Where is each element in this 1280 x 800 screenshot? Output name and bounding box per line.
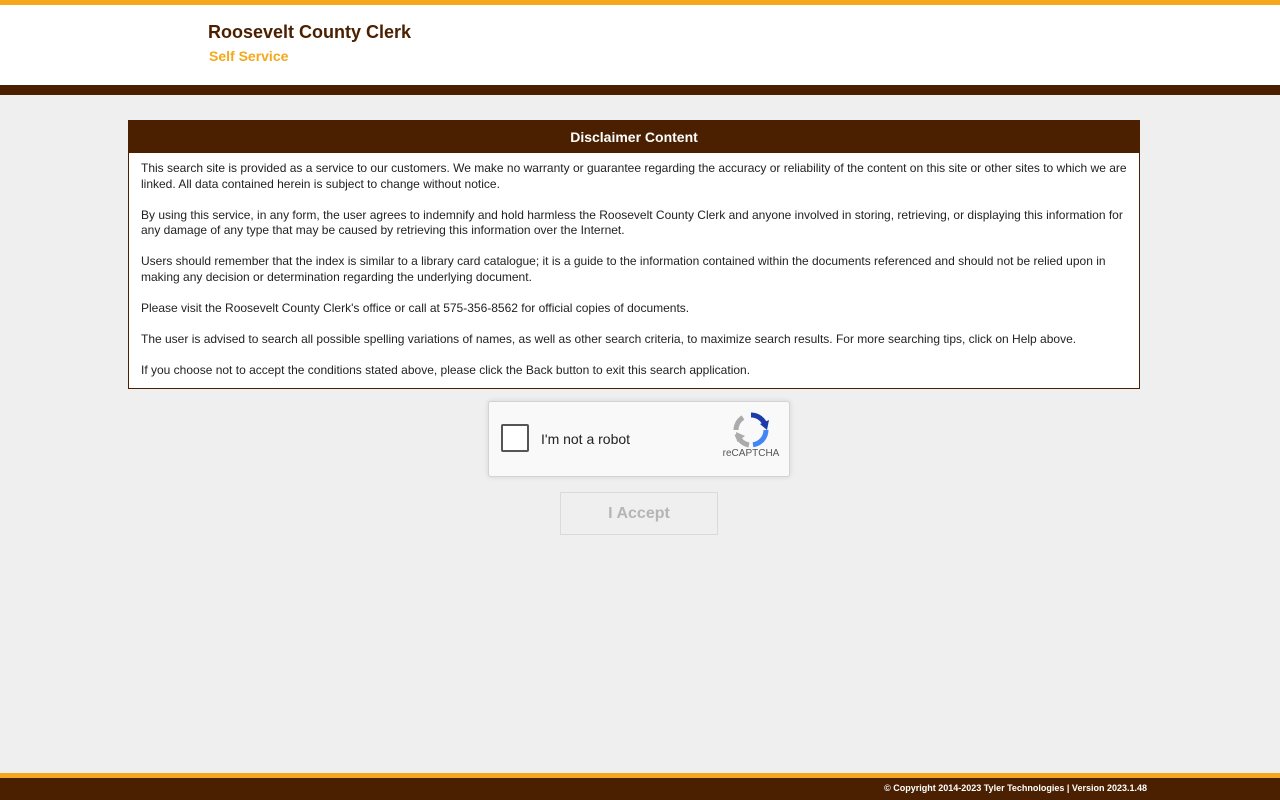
- disclaimer-paragraph: This search site is provided as a servic…: [141, 161, 1127, 191]
- disclaimer-paragraph: Users should remember that the index is …: [141, 254, 1106, 284]
- site-header: Roosevelt County Clerk Self Service: [0, 5, 1280, 85]
- disclaimer-paragraph: Please visit the Roosevelt County Clerk'…: [141, 300, 690, 315]
- recaptcha-brand: reCAPTCHA: [722, 448, 780, 459]
- disclaimer-body: This search site is provided as a servic…: [129, 153, 1139, 378]
- site-footer: © Copyright 2014-2023 Tyler Technologies…: [0, 778, 1280, 800]
- recaptcha-checkbox[interactable]: [501, 424, 529, 452]
- recaptcha-icon: [733, 412, 769, 448]
- site-title[interactable]: Roosevelt County Clerk: [208, 22, 411, 43]
- disclaimer-panel: Disclaimer Content This search site is p…: [128, 120, 1140, 389]
- header-divider-bar: [0, 85, 1280, 95]
- disclaimer-heading: Disclaimer Content: [129, 121, 1139, 153]
- recaptcha-widget: I'm not a robot reCAPTCHA: [488, 401, 790, 477]
- recaptcha-label: I'm not a robot: [541, 431, 631, 447]
- disclaimer-paragraph: By using this service, in any form, the …: [141, 207, 1123, 238]
- disclaimer-paragraph: If you choose not to accept the conditio…: [141, 362, 751, 377]
- site-subtitle: Self Service: [209, 48, 289, 64]
- accept-button[interactable]: I Accept: [560, 492, 718, 535]
- footer-copyright: © Copyright 2014-2023 Tyler Technologies…: [884, 783, 1147, 793]
- disclaimer-paragraph: The user is advised to search all possib…: [141, 331, 1077, 346]
